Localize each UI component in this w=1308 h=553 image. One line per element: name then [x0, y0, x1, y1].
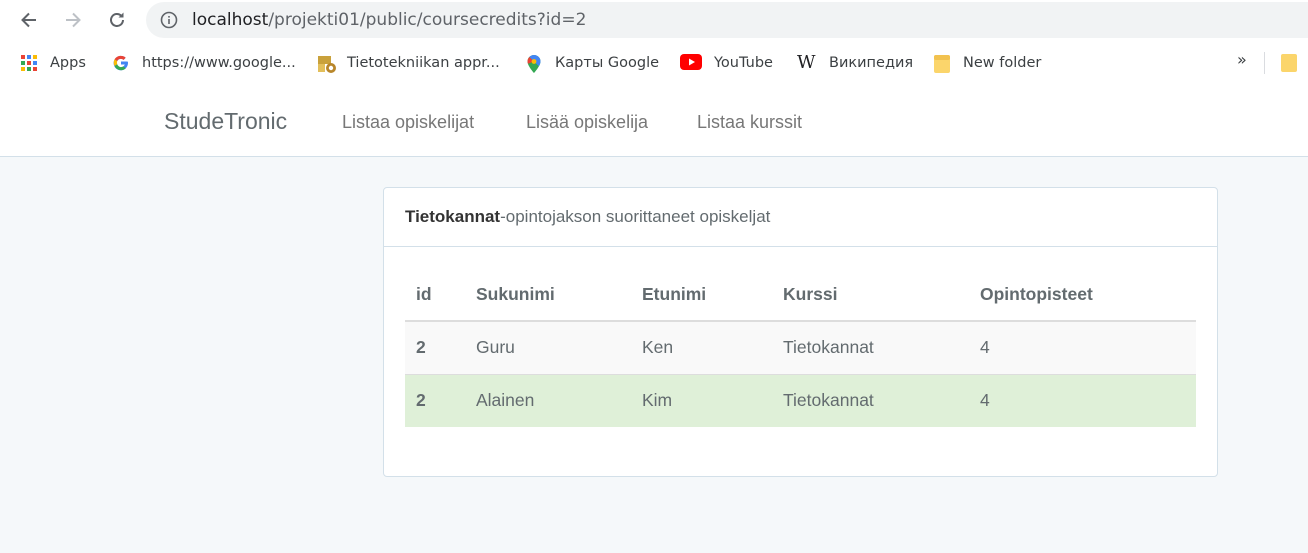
url-host: localhost — [192, 10, 269, 30]
bookmark-label: New folder — [963, 55, 1042, 71]
nav-link-listaa-kurssit[interactable]: Listaa kurssit — [697, 112, 802, 133]
nav-link-listaa-opiskelijat[interactable]: Listaa opiskelijat — [342, 112, 474, 133]
column-header-etunimi: Etunimi — [631, 268, 772, 322]
address-bar[interactable]: localhost/projekti01/public/coursecredit… — [146, 2, 1308, 38]
back-arrow-icon[interactable] — [17, 8, 41, 32]
browser-toolbar: localhost/projekti01/public/coursecredit… — [0, 0, 1308, 40]
nav-link-lisaa-opiskelija[interactable]: Lisää opiskelija — [526, 112, 648, 133]
course-credits-panel: Tietokannat-opintojakson suorittaneet op… — [383, 187, 1218, 477]
google-icon — [112, 54, 130, 72]
course-name: Tietokannat — [405, 207, 501, 226]
bookmark-google[interactable]: https://www.google... — [112, 52, 296, 74]
cell-id: 2 — [405, 320, 465, 374]
panel-heading: Tietokannat-opintojakson suorittaneet op… — [384, 188, 1217, 247]
reload-icon[interactable] — [105, 8, 129, 32]
column-header-sukunimi: Sukunimi — [465, 268, 631, 322]
cell-id: 2 — [405, 373, 465, 427]
cell-etunimi: Kim — [631, 373, 772, 427]
app-navbar: StudeTronic Listaa opiskelijat Lisää opi… — [0, 84, 1308, 157]
url-path: /projekti01/public/coursecredits?id=2 — [268, 10, 587, 30]
bookmarks-bar: Apps https://www.google... Tietotekniika… — [0, 40, 1308, 84]
bookmark-maps[interactable]: Карты Google — [525, 52, 659, 74]
table-row: 2 Alainen Kim Tietokannat 4 — [405, 373, 1196, 427]
more-bookmarks-button[interactable]: » — [1237, 50, 1247, 69]
bookmark-label: https://www.google... — [142, 55, 296, 71]
cell-sukunimi: Guru — [465, 320, 631, 374]
forward-arrow-icon[interactable] — [61, 8, 85, 32]
bookmark-label: Apps — [50, 55, 86, 71]
youtube-icon — [680, 54, 702, 72]
bookmark-wikipedia[interactable]: W Википедия — [797, 52, 913, 74]
folder-icon — [933, 54, 951, 73]
panel-heading-text: -opintojakson suorittaneet opiskeljat — [500, 207, 771, 226]
cell-kurssi: Tietokannat — [772, 373, 969, 427]
wikipedia-icon: W — [797, 52, 816, 73]
bookmark-site-icon — [317, 54, 336, 73]
bookmark-label: YouTube — [714, 55, 773, 71]
bookmark-new-folder[interactable]: New folder — [933, 52, 1041, 74]
table-header-row: id Sukunimi Etunimi Kurssi Opintopisteet — [405, 268, 1196, 322]
column-header-id: id — [405, 268, 465, 322]
table-row: 2 Guru Ken Tietokannat 4 — [405, 320, 1196, 374]
apps-grid-icon — [20, 54, 38, 72]
info-icon[interactable] — [160, 11, 178, 29]
maps-pin-icon — [525, 54, 543, 73]
cell-opintopisteet: 4 — [969, 320, 1196, 374]
bookmark-tietotekniikan[interactable]: Tietotekniikan appr... — [317, 52, 500, 74]
bookmark-youtube[interactable]: YouTube — [680, 52, 773, 74]
brand-logo[interactable]: StudeTronic — [164, 108, 287, 135]
url-text[interactable]: localhost/projekti01/public/coursecredit… — [192, 10, 586, 30]
bookmark-label: Карты Google — [555, 55, 660, 71]
cell-etunimi: Ken — [631, 320, 772, 374]
bookmark-label: Википедия — [829, 55, 914, 71]
cell-sukunimi: Alainen — [465, 373, 631, 427]
column-header-opintopisteet: Opintopisteet — [969, 268, 1196, 322]
folder-icon[interactable] — [1281, 54, 1297, 72]
bookmarks-separator — [1264, 52, 1265, 74]
students-table: id Sukunimi Etunimi Kurssi Opintopisteet… — [405, 268, 1196, 427]
cell-kurssi: Tietokannat — [772, 320, 969, 374]
cell-opintopisteet: 4 — [969, 373, 1196, 427]
column-header-kurssi: Kurssi — [772, 268, 969, 322]
bookmark-apps[interactable]: Apps — [20, 52, 86, 74]
bookmark-label: Tietotekniikan appr... — [347, 55, 500, 71]
